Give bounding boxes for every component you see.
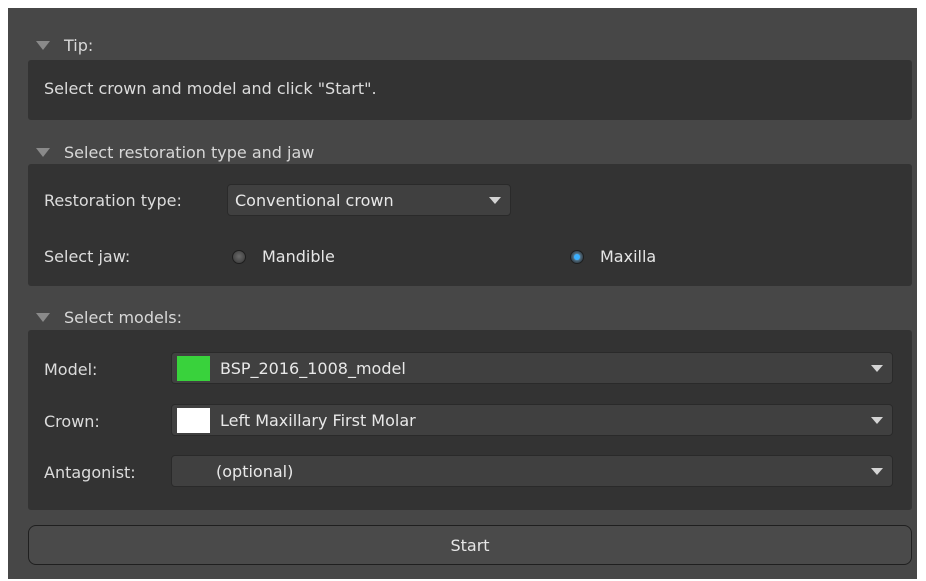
jaw-option-maxilla: Maxilla — [600, 247, 657, 266]
antagonist-label: Antagonist: — [44, 463, 136, 482]
crown-color-swatch[interactable] — [177, 407, 210, 433]
crown-value: Left Maxillary First Molar — [220, 410, 416, 430]
tip-section-header[interactable]: Tip: — [36, 34, 93, 56]
collapse-triangle-icon — [36, 312, 50, 322]
chevron-down-icon — [489, 197, 501, 204]
restoration-type-dropdown[interactable]: Conventional crown — [227, 184, 511, 216]
tip-panel: Select crown and model and click "Start"… — [28, 60, 912, 120]
chevron-down-icon — [871, 417, 883, 424]
restoration-header-label: Select restoration type and jaw — [64, 142, 315, 162]
start-button-label: Start — [450, 535, 490, 555]
model-color-swatch[interactable] — [177, 355, 210, 381]
tip-message: Select crown and model and click "Start"… — [44, 79, 377, 98]
restoration-type-label: Restoration type: — [44, 191, 182, 210]
models-panel: Model: BSP_2016_1008_model Crown: Left M… — [28, 330, 912, 510]
model-label: Model: — [44, 360, 98, 379]
antagonist-dropdown[interactable]: (optional) — [171, 455, 893, 487]
chevron-down-icon — [871, 365, 883, 372]
radio-unchecked-icon — [232, 249, 246, 264]
chevron-down-icon — [871, 468, 883, 475]
jaw-radio-mandible[interactable]: Mandible — [232, 247, 335, 266]
model-value: BSP_2016_1008_model — [220, 358, 406, 378]
select-jaw-label: Select jaw: — [44, 247, 131, 266]
restoration-type-value: Conventional crown — [235, 190, 394, 210]
models-header-label: Select models: — [64, 307, 182, 327]
jaw-radio-maxilla[interactable]: Maxilla — [570, 247, 656, 266]
collapse-triangle-icon — [36, 40, 50, 50]
crown-label: Crown: — [44, 412, 100, 431]
jaw-option-mandible: Mandible — [262, 247, 335, 266]
start-button[interactable]: Start — [28, 525, 912, 565]
restoration-section-header[interactable]: Select restoration type and jaw — [36, 141, 314, 163]
models-section-header[interactable]: Select models: — [36, 306, 182, 328]
restoration-panel: Restoration type: Conventional crown Sel… — [28, 164, 912, 286]
antagonist-value: (optional) — [216, 461, 294, 481]
crown-dropdown[interactable]: Left Maxillary First Molar — [171, 404, 893, 436]
collapse-triangle-icon — [36, 147, 50, 157]
tip-header-label: Tip: — [64, 35, 94, 55]
model-dropdown[interactable]: BSP_2016_1008_model — [171, 352, 893, 384]
radio-checked-icon — [570, 249, 584, 264]
